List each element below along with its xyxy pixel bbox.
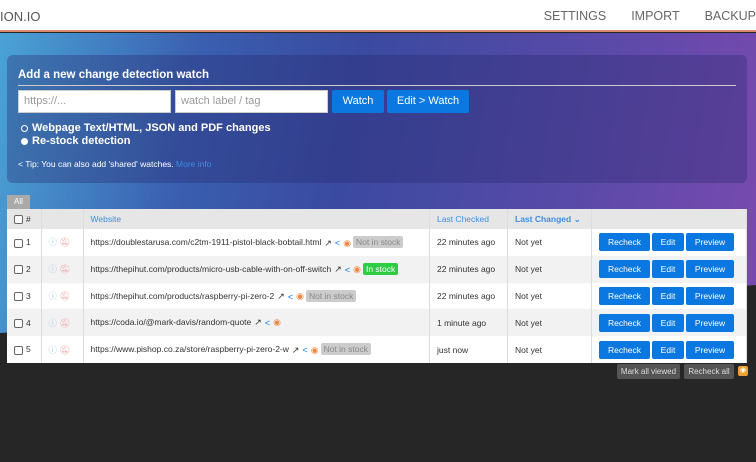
chrome-icon: ◉ bbox=[353, 264, 361, 275]
last-checked: 22 minutes ago bbox=[429, 255, 508, 283]
last-changed: Not yet bbox=[507, 309, 592, 337]
row-checkbox[interactable] bbox=[14, 238, 23, 248]
nav-backup[interactable]: BACKUP bbox=[705, 9, 756, 23]
info-icon[interactable]: ⓘ bbox=[49, 264, 58, 274]
nav: SETTINGS IMPORT BACKUP bbox=[544, 9, 756, 23]
mark-all-viewed-button[interactable]: Mark all viewed bbox=[617, 364, 680, 379]
share-icon[interactable]: < bbox=[265, 318, 270, 328]
panel-title: Add a new change detection watch bbox=[18, 69, 210, 81]
chevron-down-icon: ⌄ bbox=[573, 213, 581, 224]
edit-button[interactable]: Edit bbox=[652, 286, 684, 305]
tab-all[interactable]: All bbox=[7, 195, 30, 209]
share-icon[interactable]: < bbox=[335, 238, 340, 248]
share-icon: < bbox=[18, 159, 23, 169]
info-icon[interactable]: ⓘ bbox=[49, 318, 58, 328]
rss-icon[interactable]: ◉ bbox=[738, 366, 748, 376]
last-checked-header[interactable]: Last Checked bbox=[429, 209, 508, 229]
top-bar: ION.IO SETTINGS IMPORT BACKUP bbox=[0, 0, 756, 32]
info-icon[interactable]: ⓘ bbox=[49, 345, 58, 355]
share-icon[interactable]: < bbox=[345, 265, 350, 275]
tag-input[interactable]: watch label / tag bbox=[175, 90, 328, 113]
table-row: 1 ⓘ 🔕︎ https://doublestarusa.com/c2tm-19… bbox=[7, 229, 747, 256]
table-row: 5 ⓘ 🔕︎ https://www.pishop.co.za/store/ra… bbox=[7, 336, 747, 363]
watch-button[interactable]: Watch bbox=[332, 90, 384, 113]
watch-url[interactable]: https://coda.io/@mark-davis/random-quote bbox=[91, 317, 252, 327]
last-checked: 22 minutes ago bbox=[429, 229, 508, 256]
row-checkbox[interactable] bbox=[14, 345, 23, 355]
recheck-button[interactable]: Recheck bbox=[599, 313, 650, 332]
more-info-link[interactable]: More info bbox=[176, 159, 211, 169]
mute-icon[interactable]: 🔕︎ bbox=[59, 318, 70, 328]
last-changed: Not yet bbox=[507, 229, 592, 256]
mute-icon[interactable]: 🔕︎ bbox=[59, 345, 70, 355]
preview-button[interactable]: Preview bbox=[686, 286, 734, 305]
nav-settings[interactable]: SETTINGS bbox=[544, 9, 607, 23]
chrome-icon: ◉ bbox=[343, 237, 352, 248]
logo[interactable]: ION.IO bbox=[0, 9, 40, 24]
radio-icon bbox=[21, 124, 28, 132]
external-link-icon[interactable]: ↗ bbox=[254, 317, 262, 328]
table-row: 4 ⓘ 🔕︎ https://coda.io/@mark-davis/rando… bbox=[7, 309, 747, 337]
edit-button[interactable]: Edit bbox=[652, 233, 684, 252]
watch-url[interactable]: https://thepihut.com/products/raspberry-… bbox=[91, 291, 275, 301]
last-changed: Not yet bbox=[507, 282, 592, 310]
watch-url[interactable]: https://www.pishop.co.za/store/raspberry… bbox=[91, 344, 289, 354]
nav-import[interactable]: IMPORT bbox=[631, 9, 679, 23]
watch-table: # Website Last Checked Last Changed ⌄ 1 … bbox=[7, 209, 747, 363]
recheck-button[interactable]: Recheck bbox=[599, 286, 650, 305]
table-row: 2 ⓘ 🔕︎ https://thepihut.com/products/mic… bbox=[7, 255, 747, 283]
stock-badge: In stock bbox=[362, 263, 399, 276]
recheck-button[interactable]: Recheck bbox=[599, 233, 650, 252]
preview-button[interactable]: Preview bbox=[686, 313, 734, 332]
info-icon[interactable]: ⓘ bbox=[49, 291, 58, 301]
chrome-icon: ◉ bbox=[273, 317, 281, 328]
edit-watch-button[interactable]: Edit > Watch bbox=[387, 90, 469, 113]
external-link-icon[interactable]: ↗ bbox=[334, 264, 342, 275]
last-changed: Not yet bbox=[507, 255, 592, 283]
last-checked: just now bbox=[429, 336, 508, 363]
website-header[interactable]: Website bbox=[83, 209, 430, 229]
last-checked: 22 minutes ago bbox=[429, 282, 508, 310]
last-changed-header[interactable]: Last Changed ⌄ bbox=[507, 209, 592, 229]
tip: < Tip: You can also add 'shared' watches… bbox=[18, 159, 212, 169]
add-watch-panel: Add a new change detection watch https:/… bbox=[7, 55, 747, 183]
row-checkbox[interactable] bbox=[14, 292, 23, 302]
url-input[interactable]: https://... bbox=[18, 90, 171, 113]
chrome-icon: ◉ bbox=[296, 291, 304, 302]
external-link-icon[interactable]: ↗ bbox=[292, 345, 300, 356]
stock-badge: Not in stock bbox=[320, 343, 371, 356]
share-icon[interactable]: < bbox=[288, 292, 293, 302]
info-icon[interactable]: ⓘ bbox=[49, 237, 58, 247]
table-row: 3 ⓘ 🔕︎ https://thepihut.com/products/ras… bbox=[7, 282, 747, 310]
preview-button[interactable]: Preview bbox=[686, 233, 734, 252]
select-all-checkbox[interactable] bbox=[14, 215, 23, 225]
watch-url[interactable]: https://doublestarusa.com/c2tm-1911-pist… bbox=[91, 237, 322, 247]
watch-url[interactable]: https://thepihut.com/products/micro-usb-… bbox=[91, 264, 332, 274]
preview-button[interactable]: Preview bbox=[686, 260, 734, 279]
last-changed: Not yet bbox=[507, 336, 592, 363]
recheck-button[interactable]: Recheck bbox=[599, 340, 650, 359]
stock-badge: Not in stock bbox=[305, 289, 357, 302]
radio-webpage[interactable]: Webpage Text/HTML, JSON and PDF changes bbox=[21, 122, 271, 134]
recheck-button[interactable]: Recheck bbox=[599, 260, 650, 279]
mute-icon[interactable]: 🔕︎ bbox=[59, 291, 70, 301]
mute-icon[interactable]: 🔕︎ bbox=[59, 237, 70, 247]
stock-badge: Not in stock bbox=[353, 236, 404, 249]
share-icon[interactable]: < bbox=[302, 345, 307, 355]
edit-button[interactable]: Edit bbox=[652, 260, 684, 279]
external-link-icon[interactable]: ↗ bbox=[324, 238, 332, 249]
preview-button[interactable]: Preview bbox=[686, 340, 734, 359]
external-link-icon[interactable]: ↗ bbox=[277, 291, 285, 302]
last-checked: 1 minute ago bbox=[429, 309, 508, 337]
mute-icon[interactable]: 🔕︎ bbox=[59, 264, 70, 274]
edit-button[interactable]: Edit bbox=[652, 340, 684, 359]
chrome-icon: ◉ bbox=[310, 344, 319, 355]
row-checkbox[interactable] bbox=[14, 265, 23, 275]
recheck-all-button[interactable]: Recheck all bbox=[684, 364, 734, 379]
row-checkbox[interactable] bbox=[14, 318, 23, 328]
divider bbox=[18, 85, 736, 86]
edit-button[interactable]: Edit bbox=[652, 313, 684, 332]
radio-restock[interactable]: Re-stock detection bbox=[21, 135, 130, 147]
radio-icon bbox=[21, 137, 28, 145]
